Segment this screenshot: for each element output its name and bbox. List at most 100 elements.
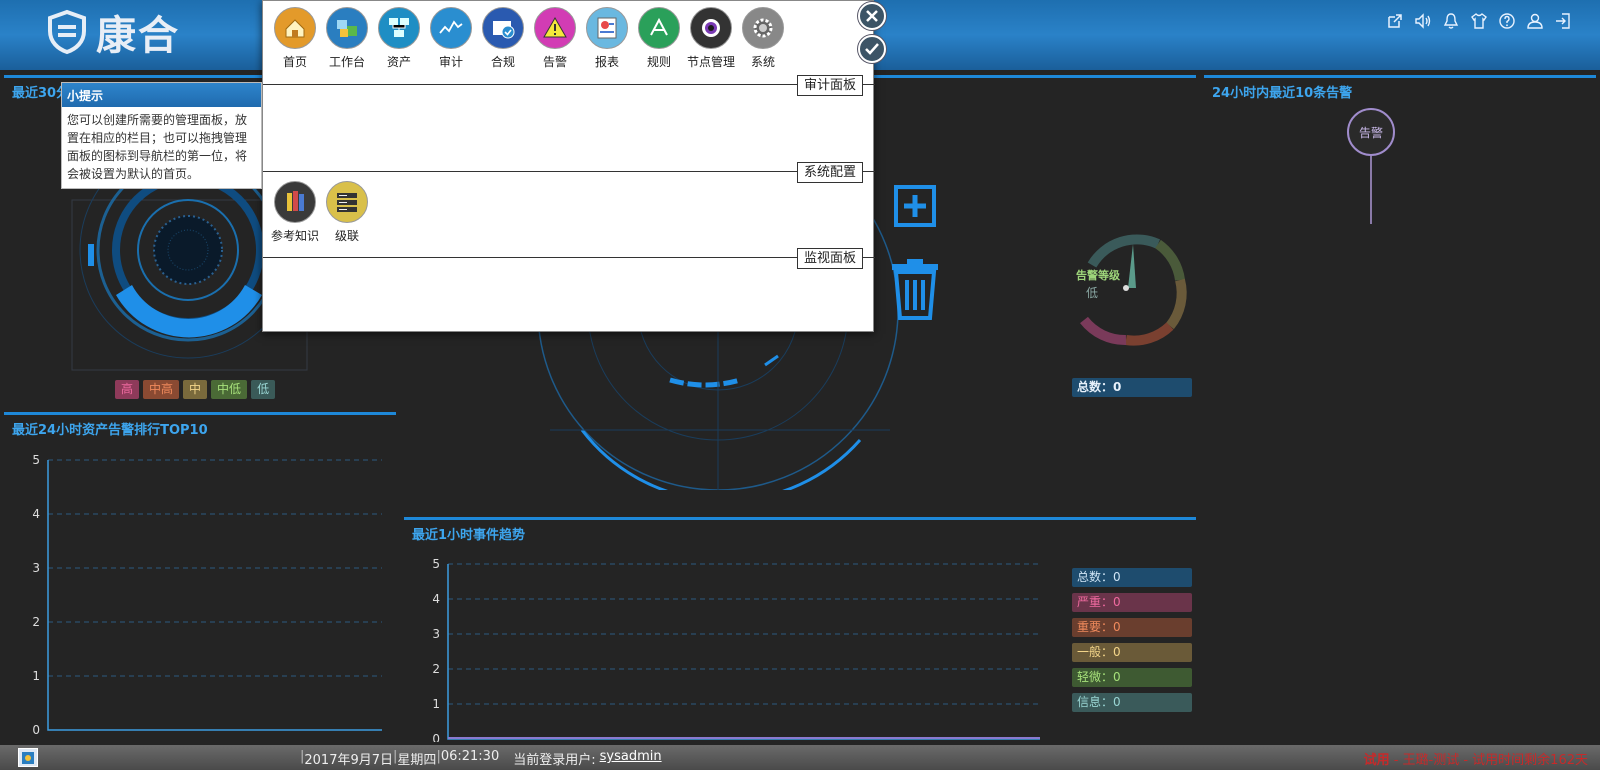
nav-item-system[interactable]: 系统 (737, 7, 789, 70)
panel-manager-popup: 首页 工作台 资产 审计 合规 告警 报表 规则 节点管理 系统 审计面板 系统配置 参考知识 级… (262, 0, 875, 332)
compliance-icon (482, 7, 524, 49)
nav-label-alarm: 告警 (542, 55, 567, 69)
event-stat-3: 一般：0 (1072, 643, 1192, 662)
trend-chart-ytick-4: 4 (432, 592, 440, 606)
report-icon (586, 7, 628, 49)
nav-label-system: 系统 (750, 55, 775, 69)
asset-chart-axis (47, 460, 382, 731)
logout-icon[interactable] (1554, 12, 1572, 30)
legend-chip-4: 低 (251, 380, 276, 399)
bell-icon[interactable] (1442, 12, 1460, 30)
nav-item-alarm[interactable]: 告警 (529, 7, 581, 70)
camera-icon (690, 7, 732, 49)
nav-item-report[interactable]: 报表 (581, 7, 633, 70)
trend-chart-ytick-5: 5 (432, 557, 440, 571)
confirm-button[interactable] (858, 35, 886, 63)
tip-box: 小提示 您可以创建所需要的管理面板，放置在相应的栏目；也可以拖拽管理面板的图标到… (61, 82, 262, 189)
asset-top10-chart: 0 1 2 3 4 5 (32, 453, 382, 737)
panel-title-event-trend: 最近1小时事件趋势 (412, 528, 526, 543)
network-icon (378, 7, 420, 49)
alarm-node-label: 告警 (1358, 126, 1383, 140)
user-icon[interactable] (1526, 12, 1544, 30)
nav-item-assets[interactable]: 资产 (373, 7, 425, 70)
section-monitor-panel[interactable]: 监视面板 (796, 248, 863, 269)
nav-item-audit[interactable]: 审计 (425, 7, 477, 70)
tip-title: 小提示 (62, 83, 261, 107)
shield-logo-icon (48, 9, 86, 55)
workbench-icon (326, 7, 368, 49)
trash-icon[interactable] (888, 258, 942, 320)
panel-bar-center-top (870, 75, 1196, 78)
volume-icon[interactable] (1414, 12, 1432, 30)
event-stat-0: 总数：0 (1072, 568, 1192, 587)
gauge-title: 告警等级 (1076, 269, 1120, 282)
start-button[interactable] (18, 748, 38, 767)
nav-label-compliance: 合规 (490, 55, 515, 69)
legend-chip-0: 高 (115, 380, 140, 399)
panel-title-asset-top10: 最近24小时资产告警排行TOP10 (12, 423, 208, 438)
tip-body: 您可以创建所需要的管理面板，放置在相应的栏目；也可以拖拽管理面板的图标到导航栏的… (67, 113, 248, 181)
trend-chart-ytick-1: 1 (432, 697, 440, 711)
event-stat-4: 轻微：0 (1072, 668, 1192, 687)
server-rack-icon (326, 181, 368, 223)
help-icon[interactable] (1498, 12, 1516, 30)
trend-chart-ytick-0: 0 (432, 732, 440, 742)
trend-chart-ytick-3: 3 (432, 627, 440, 641)
nav-icon-row: 首页 工作台 资产 审计 合规 告警 报表 规则 节点管理 系统 (269, 7, 789, 70)
panel-bar-left-bottom (4, 412, 396, 415)
trend-chart-axis (447, 564, 1040, 740)
event-stat-1: 严重：0 (1072, 593, 1192, 612)
nav-label-rules: 规则 (646, 55, 671, 69)
legend-chip-3: 中低 (211, 380, 248, 399)
nav-item-compliance[interactable]: 合规 (477, 7, 529, 70)
panel-title-recent-alarms: 24小时内最近10条告警 (1212, 86, 1353, 101)
legend-chip-1: 中高 (143, 380, 180, 399)
nav-item-home[interactable]: 首页 (269, 7, 321, 70)
status-username-link[interactable]: sysadmin (600, 749, 662, 768)
event-stat-2: 重要：0 (1072, 618, 1192, 637)
chart-line-icon (430, 7, 472, 49)
section-system-config[interactable]: 系统配置 (796, 162, 863, 183)
asset-chart-ytick-5: 5 (32, 453, 40, 467)
status-bar: | 2017年9月7日 | 星期四 | 06:21:30 当前登录用户: sys… (0, 745, 1600, 770)
books-icon (274, 181, 316, 223)
close-button[interactable] (858, 2, 886, 30)
panel-bar-right-top (1204, 75, 1596, 78)
nav-label-node: 节点管理 (686, 55, 735, 69)
close-icon (866, 10, 878, 22)
nav-label-home: 首页 (282, 55, 307, 69)
nav-label-audit: 审计 (438, 55, 463, 69)
status-user-label: 当前登录用户: (513, 753, 596, 768)
severity-legend: 高中高中中低低 (115, 380, 276, 399)
gauge-value: 低 (1086, 286, 1099, 300)
config-item-cascade[interactable]: 级联 (321, 181, 373, 244)
add-panel-icon[interactable] (893, 184, 937, 228)
check-icon (865, 43, 879, 55)
asset-chart-ytick-2: 2 (32, 615, 40, 629)
trial-info: 试用 - 王璐-测试 - 试用时间剩余162天 (1364, 749, 1588, 768)
nav-item-node[interactable]: 节点管理 (685, 7, 737, 70)
shirt-icon[interactable] (1470, 12, 1488, 30)
divider-audit (263, 84, 875, 85)
gauge-total: 总数：0 (1072, 378, 1192, 397)
divider-config (263, 171, 875, 172)
asset-chart-ytick-0: 0 (32, 723, 40, 737)
asset-chart-ytick-3: 3 (32, 561, 40, 575)
nav-item-workbench[interactable]: 工作台 (321, 7, 373, 70)
event-trend-chart: 0 1 2 3 4 5 (432, 557, 1040, 742)
status-info: | 2017年9月7日 | 星期四 | 06:21:30 当前登录用户: sys… (300, 749, 662, 768)
section-audit-panel[interactable]: 审计面板 (796, 75, 863, 96)
config-item-knowledge[interactable]: 参考知识 (269, 181, 321, 244)
external-link-icon[interactable] (1386, 12, 1404, 30)
status-date: 2017年9月7日 (304, 753, 394, 768)
config-icon-row: 参考知识 级联 (269, 181, 373, 244)
trial-prefix: 试用 (1363, 753, 1390, 768)
nav-label-assets: 资产 (386, 55, 411, 69)
asset-chart-ytick-1: 1 (32, 669, 40, 683)
status-time: 06:21:30 (440, 749, 500, 764)
nav-label-report: 报表 (594, 55, 619, 69)
nav-item-rules[interactable]: 规则 (633, 7, 685, 70)
trend-chart-ytick-2: 2 (432, 662, 440, 676)
rules-icon (638, 7, 680, 49)
app-logo: 康合 (44, 6, 180, 59)
